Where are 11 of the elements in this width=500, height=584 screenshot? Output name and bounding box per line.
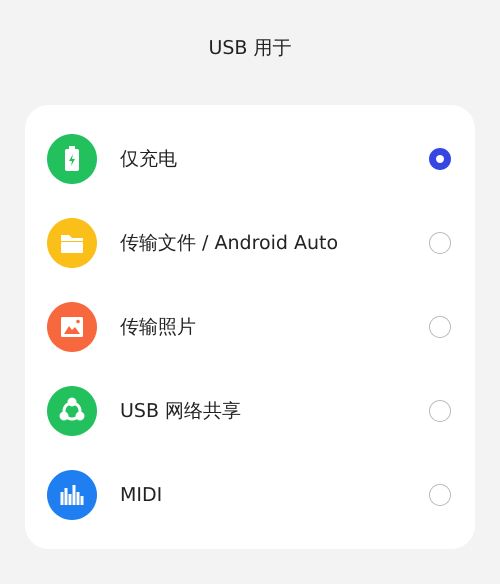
option-label[interactable]: MIDI (120, 484, 429, 506)
radio-button[interactable] (429, 400, 451, 422)
dialog-title: USB 用于 (208, 36, 292, 61)
radio-button[interactable] (429, 484, 451, 506)
option-label[interactable]: 传输照片 (120, 314, 429, 340)
option-label[interactable]: 传输文件 / Android Auto (120, 230, 429, 256)
radio-button[interactable] (429, 232, 451, 254)
radio-button[interactable] (429, 148, 451, 170)
option-label[interactable]: 仅充电 (120, 146, 429, 172)
option-label[interactable]: USB 网络共享 (120, 398, 429, 424)
radio-button[interactable] (429, 316, 451, 338)
